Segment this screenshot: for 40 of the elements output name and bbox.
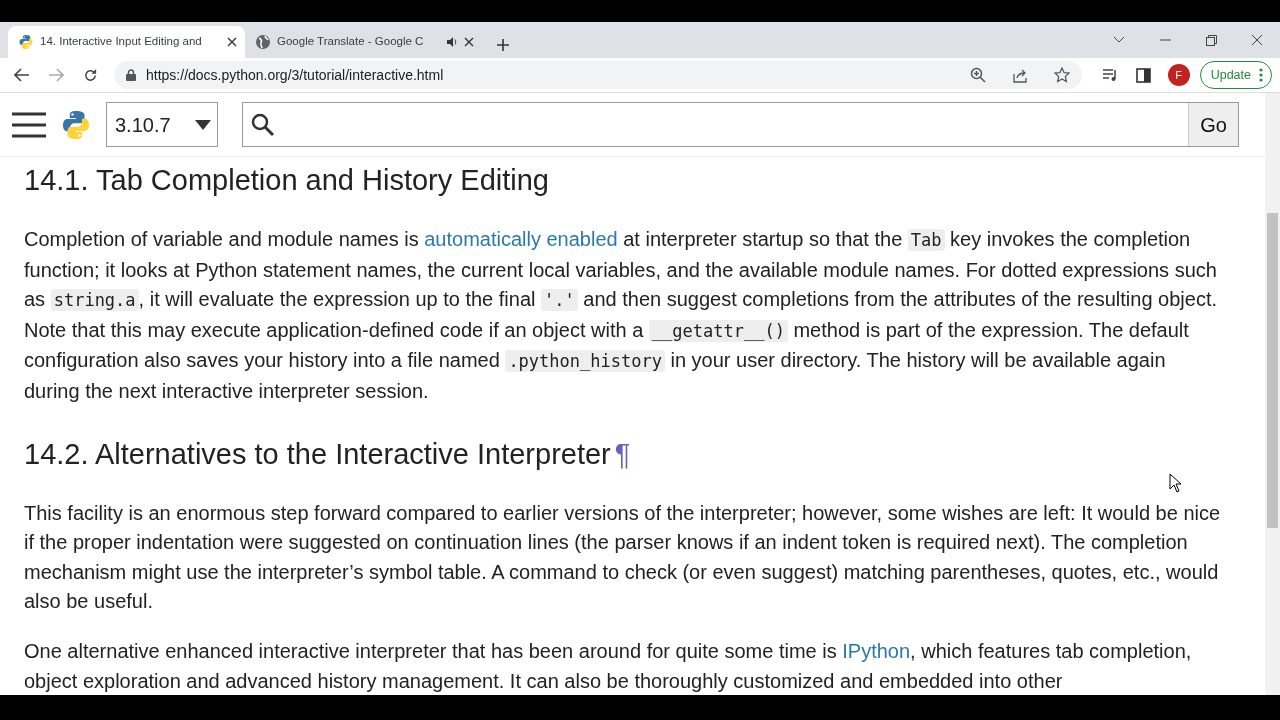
paragraph: One alternative enhanced interactive interpreter that has been around for quite some time is IPython, which features tab completion, object exploration and advanced history management. It can also be thoroughly customized and embedded into other (24, 638, 1193, 694)
speaker-icon[interactable] (446, 36, 458, 48)
close-icon[interactable] (464, 37, 474, 47)
share-icon[interactable] (1011, 67, 1028, 83)
close-icon[interactable] (227, 37, 237, 47)
search-icon (251, 112, 275, 137)
more-icon[interactable] (1259, 68, 1263, 82)
address-bar[interactable]: https://docs.python.org/3/tutorial/interactive.html (114, 61, 1082, 89)
side-panel-icon[interactable] (1136, 67, 1152, 83)
browser-tab[interactable]: 14. Interactive Input Editing and (8, 26, 245, 58)
section-heading: 14.1. Tab Completion and History Editing (24, 165, 550, 195)
search-field[interactable]: Go (242, 102, 1239, 147)
profile-avatar[interactable]: F (1167, 64, 1190, 86)
close-icon[interactable] (1251, 34, 1263, 46)
text-link[interactable]: IPython (842, 639, 911, 662)
scrollbar-thumb[interactable] (1267, 213, 1278, 528)
scrollbar[interactable] (1265, 93, 1280, 695)
zoom-icon[interactable] (969, 67, 986, 83)
lock-icon[interactable] (126, 69, 136, 81)
paragraph: Completion of variable and module names is automatically enabled at interpreter startup so that the Tab key invokes the completion function; it looks at Python statement names, the current local variables, and the available module names. For dotted expressions such as string.a, it will evaluate the expression up to the final '.' and then suggest completions from the attributes of the resulting object. Note that this may execute application-defined code if an object with a __getattr__() method is part of the expression. The default configuration also saves your history into a file named .python_history in your user directory. The history will be available again during the next interactive interpreter session. (24, 227, 1218, 404)
caret-icon (195, 119, 211, 130)
update-button[interactable]: Update (1199, 61, 1272, 89)
permalink[interactable]: ¶ (614, 437, 631, 470)
reload-icon[interactable] (82, 67, 98, 83)
go-button[interactable]: Go (1188, 103, 1238, 146)
paragraph: This facility is an enormous step forward compared to earlier versions of the interpreter; however, some wishes are left: It would be nice if the proper indentation were suggested on continuation lines (the parser knows if an indent token is required next). The completion mechanism might use the interpreter’s symbol table. A command to check (or even suggest) matching parentheses, quotes, etc., would also be useful. (24, 500, 1222, 615)
mouse-cursor-icon (1169, 473, 1183, 493)
globe-icon (255, 34, 271, 50)
tab-search-icon[interactable] (1113, 36, 1125, 44)
media-queue-icon[interactable] (1101, 68, 1118, 82)
version-select[interactable]: 3.10.7 (106, 102, 218, 147)
section-heading: 14.2. Alternatives to the Interactive Interpreter¶ (24, 438, 632, 469)
star-icon[interactable] (1053, 67, 1070, 83)
python-logo-icon (18, 34, 34, 50)
back-icon[interactable] (14, 68, 30, 82)
python-logo-icon (60, 108, 92, 141)
menu-icon[interactable] (12, 111, 46, 138)
restore-icon[interactable] (1205, 34, 1217, 46)
browser-tab[interactable]: Google Translate - Google C (245, 26, 482, 58)
text-link[interactable]: automatically enabled (424, 228, 618, 250)
